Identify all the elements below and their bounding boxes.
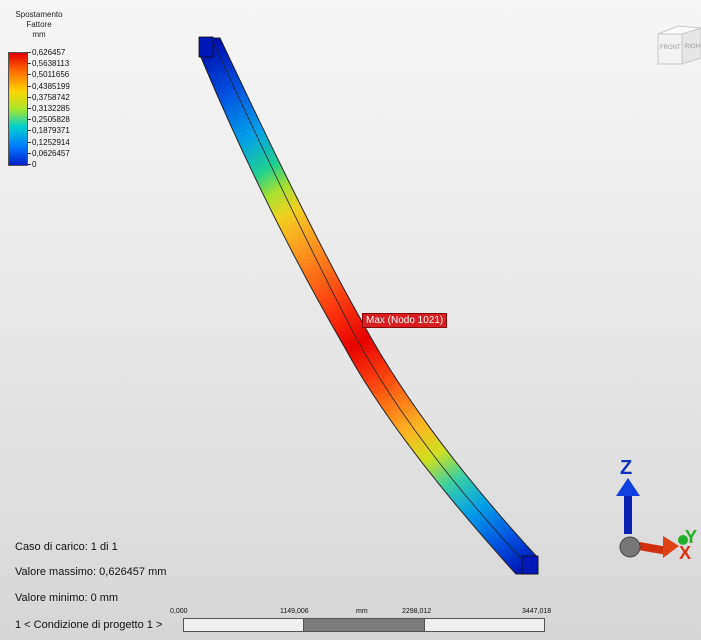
view-cube-right-label[interactable]: RIGH bbox=[685, 44, 700, 50]
ruler-label: 1149,006 bbox=[280, 608, 309, 615]
ruler-unit: mm bbox=[356, 608, 368, 615]
axis-z-arrow bbox=[616, 478, 640, 496]
axis-origin bbox=[619, 536, 641, 558]
max-value-info: Valore massimo: 0,626457 mm bbox=[15, 566, 167, 578]
ruler-label: 2298,012 bbox=[402, 608, 432, 615]
beam-edge-line bbox=[211, 39, 529, 567]
ruler-label: 3447,018 bbox=[522, 608, 552, 615]
axis-triad: Z Y X bbox=[616, 457, 697, 563]
max-node-marker[interactable]: Max (Nodo 1021) bbox=[362, 313, 448, 328]
load-case-navigator[interactable]: 1 < Condizione di progetto 1 > bbox=[15, 619, 162, 631]
axis-z-label: Z bbox=[620, 457, 632, 479]
load-case-info: Caso di carico: 1 di 1 bbox=[15, 541, 118, 553]
ruler-segment bbox=[424, 618, 545, 632]
axis-z-shaft bbox=[624, 494, 632, 534]
scale-ruler bbox=[183, 618, 545, 632]
beam-end-bottom bbox=[521, 555, 539, 575]
ruler-segment bbox=[303, 618, 425, 632]
fea-viewport[interactable]: Spostamento Fattore mm 0,626457 0,5638113… bbox=[0, 0, 701, 640]
view-cube-front-label[interactable]: FRONT bbox=[660, 45, 681, 51]
view-cube[interactable]: FRONT RIGH bbox=[654, 22, 701, 70]
ruler-segment bbox=[183, 618, 304, 632]
min-value-info: Valore minimo: 0 mm bbox=[15, 592, 119, 604]
axis-x-label: X bbox=[679, 543, 691, 563]
beam-body bbox=[199, 37, 539, 575]
axis-x-arrow bbox=[663, 536, 679, 558]
beam-end-top bbox=[198, 36, 214, 58]
ruler-label: 0,000 bbox=[170, 608, 188, 615]
